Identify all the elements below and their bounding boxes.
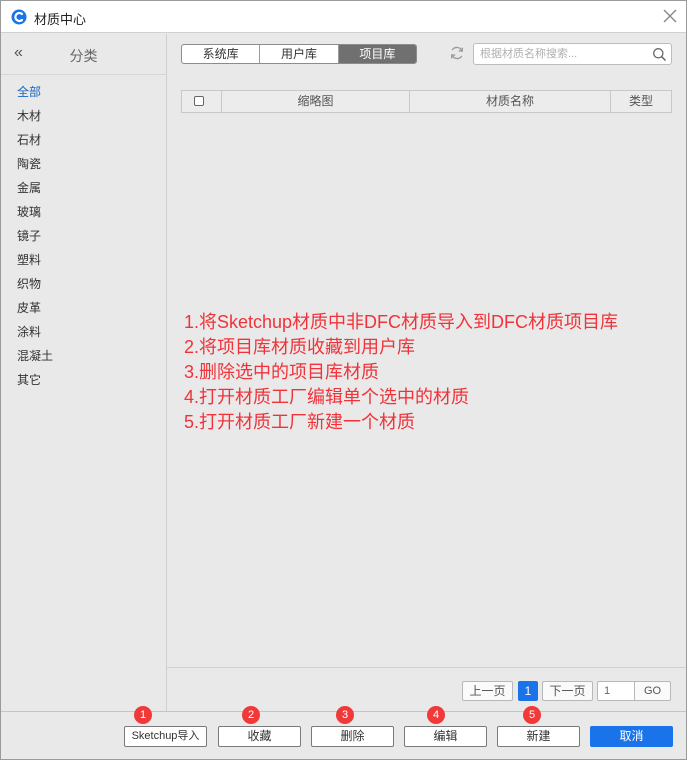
refresh-icon[interactable] [449,45,465,61]
column-header-thumbnail[interactable]: 缩略图 [222,91,410,112]
tab-system-library[interactable]: 系统库 [182,45,261,63]
annotation-note: 1.将Sketchup材质中非DFC材质导入到DFC材质项目库 [184,312,619,332]
annotation-note: 3.删除选中的项目库材质 [184,362,380,382]
tab-user-library[interactable]: 用户库 [260,45,339,63]
category-item-glass[interactable]: 玻璃 [17,204,53,228]
annotation-note: 2.将项目库材质收藏到用户库 [184,337,416,357]
search-icon[interactable] [652,47,667,62]
prev-page-button[interactable]: 上一页 [462,681,513,701]
category-list: 全部 木材 石材 陶瓷 金属 玻璃 镜子 塑料 织物 皮革 涂料 混凝土 其它 [17,84,53,396]
column-header-material-name[interactable]: 材质名称 [410,91,611,112]
category-item-other[interactable]: 其它 [17,372,53,396]
category-item-all[interactable]: 全部 [17,84,53,108]
annotation-badge: 5 [523,706,541,724]
current-page-button[interactable]: 1 [518,681,538,701]
search-box [473,43,672,65]
page-number-input[interactable] [597,681,635,701]
category-item-plastic[interactable]: 塑料 [17,252,53,276]
sketchup-import-button[interactable]: Sketchup导入 [124,726,207,747]
category-item-stone[interactable]: 石材 [17,132,53,156]
category-item-leather[interactable]: 皮革 [17,300,53,324]
tab-project-library[interactable]: 项目库 [338,45,416,63]
delete-button[interactable]: 删除 [311,726,394,747]
annotation-badge: 4 [427,706,445,724]
annotation-badge: 3 [336,706,354,724]
category-item-mirror[interactable]: 镜子 [17,228,53,252]
annotation-badge: 2 [242,706,260,724]
sidebar-header: « 分类 [1,34,166,75]
sidebar-title: 分类 [69,48,98,64]
library-tabs: 系统库 用户库 项目库 [181,44,417,64]
category-item-wood[interactable]: 木材 [17,108,53,132]
category-item-paint[interactable]: 涂料 [17,324,53,348]
go-page-button[interactable]: GO [634,681,671,701]
next-page-button[interactable]: 下一页 [542,681,593,701]
close-icon[interactable] [660,6,680,26]
column-header-type[interactable]: 类型 [611,91,671,112]
edit-button[interactable]: 编辑 [404,726,487,747]
new-button[interactable]: 新建 [497,726,580,747]
category-sidebar: « 分类 全部 木材 石材 陶瓷 金属 玻璃 镜子 塑料 织物 皮革 涂料 混凝… [1,34,167,711]
category-item-ceramic[interactable]: 陶瓷 [17,156,53,180]
main-panel: 系统库 用户库 项目库 缩略图 材质名称 类型 1.将Ske [167,34,686,711]
annotation-badge: 1 [134,706,152,724]
title-bar: 材质中心 [1,1,686,33]
cancel-button[interactable]: 取消 [590,726,673,747]
favorite-button[interactable]: 收藏 [218,726,301,747]
annotation-notes: 1.将Sketchup材质中非DFC材质导入到DFC材质项目库 2.将项目库材质… [184,310,618,435]
search-input[interactable] [480,46,650,62]
select-all-cell [182,91,222,112]
category-item-concrete[interactable]: 混凝土 [17,348,53,372]
category-item-fabric[interactable]: 织物 [17,276,53,300]
app-logo-icon [11,9,27,25]
annotation-note: 4.打开材质工厂编辑单个选中的材质 [184,387,470,407]
footer-actions: Sketchup导入 收藏 删除 编辑 新建 取消 1 2 3 4 5 [1,706,686,759]
window-title: 材质中心 [34,12,87,27]
pagination-bar: 上一页 1 下一页 GO [167,667,686,711]
annotation-note: 5.打开材质工厂新建一个材质 [184,412,416,432]
material-center-window: 材质中心 « 分类 全部 木材 石材 陶瓷 金属 玻璃 镜子 塑料 织物 皮革 … [0,0,687,760]
select-all-checkbox[interactable] [194,96,204,106]
material-table-header: 缩略图 材质名称 类型 [181,90,672,113]
category-item-metal[interactable]: 金属 [17,180,53,204]
